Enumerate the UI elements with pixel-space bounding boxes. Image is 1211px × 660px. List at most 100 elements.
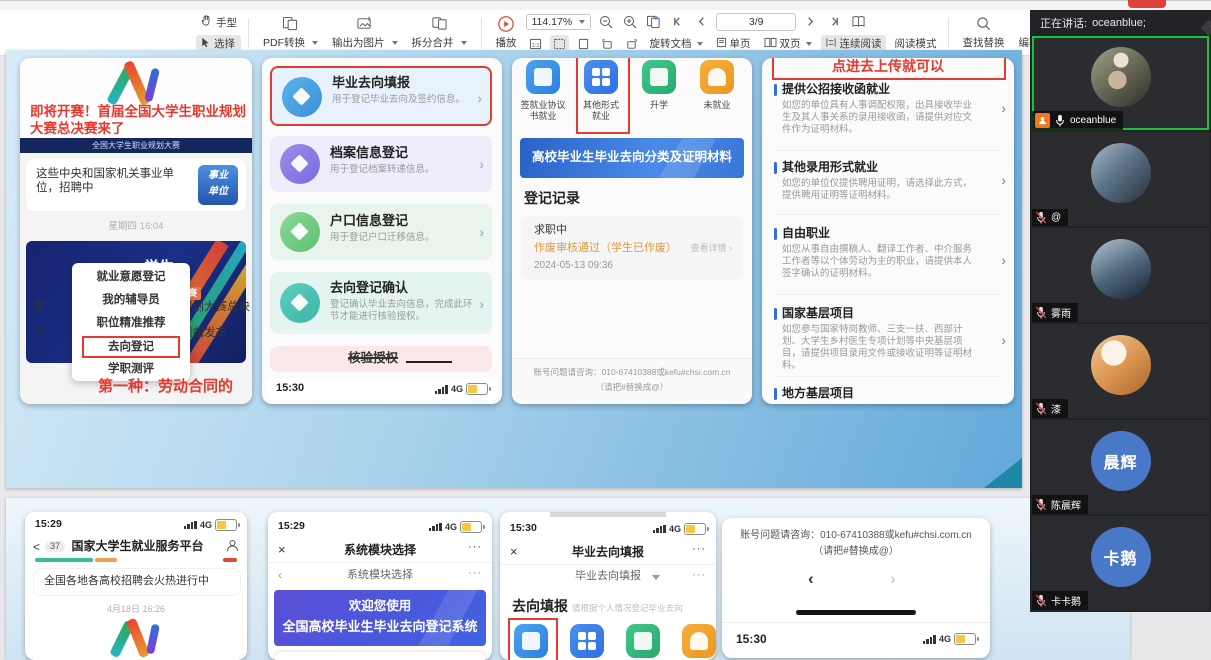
battery-icon [215, 519, 237, 531]
split-merge-button[interactable]: 拆分合并 [405, 15, 474, 50]
unemployed-app-icon [682, 624, 716, 658]
avatar [1091, 47, 1151, 107]
banner-strip: 全国大学生职业规划大赛 [20, 138, 252, 153]
menu-item: 我的辅导员 [72, 293, 190, 307]
hand-tool-button[interactable]: 手型 [196, 13, 241, 31]
speaking-indicator: 正在讲话:oceanblue; [1030, 10, 1211, 36]
window-close-button[interactable] [1128, 0, 1166, 8]
extract-pages-icon[interactable] [644, 13, 663, 31]
slide-corner-decoration [984, 458, 1022, 488]
news-item-text: 全国各地各高校招聘会火热进行中 [44, 575, 209, 589]
participant-tile[interactable]: 晨辉 陈晨辉 [1032, 420, 1209, 514]
avatar: 卡鹅 [1091, 527, 1151, 587]
participant-name-label: 雾雨 [1032, 303, 1078, 322]
menu-item: 学职测评 [72, 362, 190, 376]
pdf-page-4: 15:29 4G < 37 国家大学生就业服务平台 全国各地各高校招聘会火热进行… [6, 498, 1130, 660]
zoom-out-button[interactable] [596, 13, 615, 31]
host-badge-icon [1035, 113, 1050, 128]
support-footer: 账号问题请咨询：010-67410388或kefu#chsi.com.cn [722, 530, 990, 543]
screenshot-phone-record: 签就业协议书就业 其他形式就业 升学 未就业 高校毕业生毕业去向分类及证明材料 … [512, 58, 752, 404]
chat-timestamp: 星期四 16:04 [20, 221, 252, 233]
export-image-button[interactable]: 输出为图片 [325, 15, 405, 50]
mic-muted-icon [1035, 306, 1047, 319]
back-icon: < [33, 540, 40, 555]
cursor-icon [200, 37, 211, 51]
continuous-read-icon [825, 37, 837, 51]
home-indicator [796, 610, 916, 615]
play-button[interactable]: 播放 [489, 15, 524, 50]
more-icon: ··· [692, 569, 706, 583]
avatar: 晨辉 [1091, 431, 1151, 491]
chevron-right-icon: › [477, 90, 482, 108]
mic-on-icon [1054, 114, 1066, 127]
phone-status-bar: 15:30 4G [266, 378, 498, 400]
screenshot-phone-modules: 毕业去向填报 用于登记毕业去向及签约信息。 › 档案信息登记 用于登记档案转递信… [262, 58, 502, 404]
module-card: 毕业去向填报 用于登记毕业去向及签约信息。 › [270, 66, 492, 126]
mic-muted-icon [1035, 211, 1047, 224]
signal-icon [653, 525, 666, 533]
screenshot-phone-fill: 15:30 4G × 毕业去向填报 ··· 毕业去向填报 ··· 去向填报 请根… [500, 512, 716, 660]
module-card-struck: 核验授权 [270, 346, 492, 372]
handwritten-annotation: 点进去上传就可以 [782, 58, 994, 76]
news-badge: 事业单位 [198, 165, 238, 205]
zoom-in-button[interactable] [620, 13, 639, 31]
battery-icon [684, 523, 706, 535]
prev-page-button[interactable] [692, 13, 711, 31]
edit-content-button[interactable]: 编辑内容 [1012, 15, 1031, 50]
more-icon: ··· [468, 567, 482, 581]
confirm-icon [280, 283, 320, 323]
avatar [1091, 143, 1151, 203]
back-icon: ‹ [278, 568, 282, 583]
participant-tile[interactable]: oceanblue [1032, 36, 1209, 130]
screenshot-phone-welcome: 15:29 4G × 系统模块选择 ··· ‹ 系统模块选择 ··· 欢迎您使用 [268, 512, 492, 660]
welcome-banner: 欢迎您使用 全国高校毕业生毕业去向登记系统 [274, 590, 486, 646]
participant-tile[interactable]: 漆 [1032, 324, 1209, 418]
further-study-app-icon [642, 60, 676, 94]
module-card: 去向登记确认 登记确认毕业去向信息，完成此环节才能进行核验授权。 › [270, 272, 492, 334]
page-indicator[interactable]: 3/9 [716, 13, 796, 31]
find-replace-button[interactable]: 查找替换 [956, 15, 1012, 50]
svg-text:1:1: 1:1 [531, 42, 539, 48]
chevron-right-icon: › [479, 224, 484, 242]
news-banner-title: 即将开赛！首届全国大学生职业规划 [30, 104, 246, 121]
handwritten-annotation: 第一种：劳动合同的 [98, 378, 233, 397]
pdf-canvas[interactable]: 即将开赛！首届全国大学生职业规划 大赛总决赛来了 全国大学生职业规划大赛 这些中… [0, 56, 1030, 660]
last-page-button[interactable] [825, 13, 844, 31]
participant-name-label: oceanblue [1032, 111, 1123, 130]
close-icon: × [510, 544, 518, 560]
double-page-icon [764, 37, 777, 51]
chevron-right-icon: › [479, 156, 484, 174]
chevron-right-icon: › [479, 296, 484, 314]
participant-tile[interactable]: 雾雨 [1032, 228, 1209, 322]
archive-icon [280, 144, 320, 184]
chevron-right-icon: › [1001, 172, 1006, 190]
nav-title: 毕业去向填报 [538, 545, 678, 560]
meeting-panel: 正在讲话:oceanblue; oceanblue @ [1030, 10, 1211, 612]
dropdown-caret-icon [652, 575, 660, 580]
export-image-icon [356, 15, 373, 32]
contact-icon [226, 539, 239, 552]
participant-name-label: 漆 [1032, 399, 1068, 418]
screenshot-phone-chat: 即将开赛！首届全国大学生职业规划 大赛总决赛来了 全国大学生职业规划大赛 这些中… [20, 58, 252, 404]
close-icon: × [278, 542, 286, 558]
section-title: 登记记录 [524, 190, 580, 208]
menu-item: 职位精准推荐 [72, 316, 190, 330]
zoom-level-select[interactable]: 114.17% [526, 14, 592, 30]
more-icon: ··· [692, 543, 706, 557]
next-page-button[interactable] [801, 13, 820, 31]
view-detail-link: 查看详情 › [690, 243, 732, 254]
mic-muted-icon [1035, 498, 1047, 511]
module-card: 户口信息登记 用于登记户口迁移信息。 › [270, 204, 492, 260]
more-icon: ··· [468, 541, 482, 555]
participant-tile[interactable]: @ [1032, 132, 1209, 226]
chevron-right-icon: › [1001, 100, 1006, 118]
pdf-convert-button[interactable]: PDF转换 [256, 15, 325, 50]
book-view-icon[interactable] [849, 13, 868, 31]
hand-icon [200, 14, 213, 30]
first-page-button[interactable] [668, 13, 687, 31]
household-icon [280, 212, 320, 252]
unread-badge: 37 [45, 541, 65, 552]
participant-name-label: @ [1032, 209, 1068, 226]
search-icon [976, 15, 991, 32]
participant-tile[interactable]: 卡鹅 卡卡鹅 [1032, 516, 1209, 610]
